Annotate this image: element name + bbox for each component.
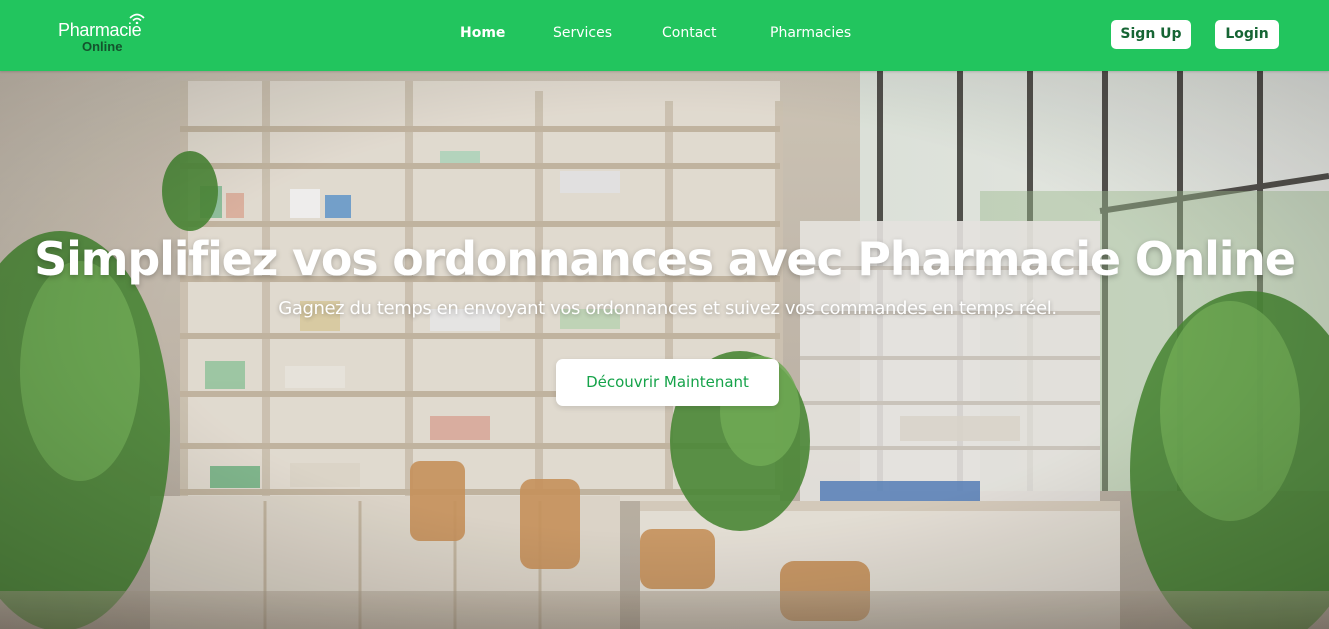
discover-now-button[interactable]: Découvrir Maintenant bbox=[556, 359, 779, 406]
brand-name-line2: Online bbox=[82, 39, 123, 54]
nav-link-home[interactable]: Home bbox=[460, 25, 505, 41]
nav-link-pharmacies[interactable]: Pharmacies bbox=[770, 25, 851, 41]
brand-name-line1: Pharmacie bbox=[58, 20, 142, 40]
hero-section: Simplifiez vos ordonnances avec Pharmaci… bbox=[0, 71, 1329, 629]
nav-link-services[interactable]: Services bbox=[553, 25, 612, 41]
top-navbar: Pharmacie Online Home Services Contact P… bbox=[0, 0, 1329, 71]
login-button[interactable]: Login bbox=[1215, 20, 1279, 49]
signup-button[interactable]: Sign Up bbox=[1111, 20, 1191, 49]
hero-title: Simplifiez vos ordonnances avec Pharmaci… bbox=[34, 232, 1296, 286]
hero-subtitle: Gagnez du temps en envoyant vos ordonnan… bbox=[278, 298, 1057, 319]
nav-link-contact[interactable]: Contact bbox=[662, 25, 716, 41]
brand-logo[interactable]: Pharmacie Online bbox=[58, 13, 168, 58]
pharmacy-interior-background-image bbox=[0, 71, 1329, 629]
